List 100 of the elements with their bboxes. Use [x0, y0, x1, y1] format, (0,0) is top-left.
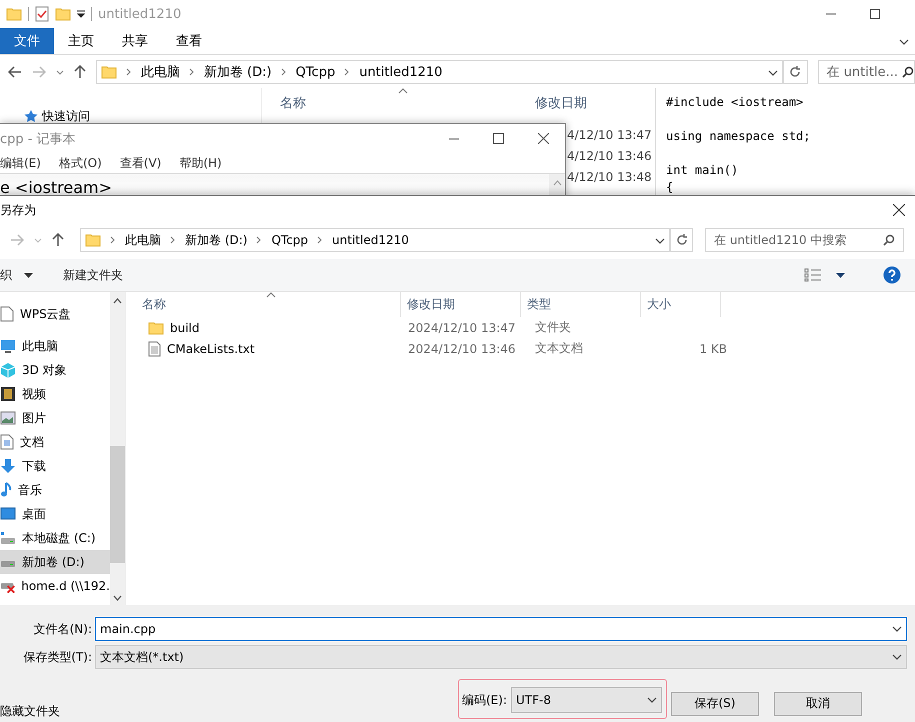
drive-icon	[0, 531, 16, 545]
menu-item[interactable]: 格式(O)	[58, 154, 102, 172]
nav-item[interactable]: 本地磁盘 (C:)	[0, 526, 110, 550]
address-bar[interactable]: 此电脑 新加卷 (D:) QTcpp untitled1210	[80, 228, 670, 252]
code-line: #include <iostream>	[666, 95, 804, 109]
save-button[interactable]: 保存(S)	[671, 692, 759, 716]
column-header[interactable]: 名称	[130, 292, 401, 317]
recent-dropdown-icon[interactable]	[56, 70, 64, 74]
dropdown-icon[interactable]	[647, 697, 657, 703]
encoding-dropdown[interactable]: UTF-8	[511, 687, 662, 713]
close-icon[interactable]	[893, 204, 905, 216]
text-file-icon	[148, 340, 161, 356]
file-size: 1 KB	[699, 342, 727, 356]
address-dropdown-icon[interactable]	[768, 70, 778, 76]
column-header[interactable]: 类型	[521, 292, 641, 317]
scroll-down-icon[interactable]	[113, 595, 122, 601]
field-label: 编码(E):	[462, 692, 507, 708]
column-header[interactable]: 修改日期	[401, 292, 521, 317]
folder-icon	[6, 7, 22, 21]
nav-item[interactable]: 新加卷 (D:)	[0, 550, 110, 574]
up-arrow-icon[interactable]	[52, 233, 64, 247]
address-dropdown-icon[interactable]	[655, 238, 665, 244]
breadcrumb-item[interactable]: QTcpp	[296, 64, 336, 80]
monitor-icon	[0, 507, 16, 521]
breadcrumb-item[interactable]: 新加卷 (D:)	[185, 232, 248, 248]
expand-ribbon-icon[interactable]	[899, 39, 909, 45]
back-arrow-icon[interactable]	[8, 66, 22, 78]
scrollbar-thumb[interactable]	[110, 446, 125, 563]
customize-icon[interactable]	[77, 10, 85, 18]
dropdown-icon[interactable]	[892, 626, 902, 632]
search-icon	[883, 234, 895, 246]
window-title: untitled1210	[98, 6, 182, 22]
breadcrumb-item[interactable]: 此电脑	[125, 232, 161, 248]
nav-item[interactable]: 文档	[0, 430, 110, 454]
refresh-icon	[789, 66, 802, 78]
breadcrumb-item[interactable]: untitled1210	[332, 233, 409, 247]
close-icon[interactable]	[538, 133, 549, 144]
refresh-button[interactable]	[782, 60, 808, 84]
search-field[interactable]: 在 untitle...	[818, 60, 915, 84]
new-folder-icon	[55, 7, 71, 21]
nav-item[interactable]: 此电脑	[0, 334, 110, 358]
search-field[interactable]: 在 untitled1210 中搜索	[705, 228, 904, 252]
nav-item[interactable]: 图片	[0, 406, 110, 430]
breadcrumb-item[interactable]: QTcpp	[271, 233, 308, 247]
nav-item[interactable]: WPS云盘	[0, 302, 110, 326]
breadcrumb-item[interactable]: untitled1210	[359, 64, 442, 80]
column-header[interactable]: 名称	[280, 94, 535, 112]
cancel-button[interactable]: 取消	[774, 692, 862, 716]
column-header[interactable]: 大小	[641, 292, 721, 317]
scroll-up-icon[interactable]	[113, 298, 122, 304]
music-note-icon	[0, 482, 12, 498]
up-arrow-icon[interactable]	[74, 65, 86, 79]
caret-icon[interactable]	[24, 272, 33, 278]
hide-folders-toggle[interactable]: 隐藏文件夹	[0, 703, 60, 720]
nav-item[interactable]: home.d (\\192.	[0, 574, 110, 598]
ribbon-tab[interactable]: 文件	[0, 28, 54, 54]
nav-item[interactable]: 下载	[0, 454, 110, 478]
chevron-icon	[344, 68, 350, 76]
nav-item[interactable]: 视频	[0, 382, 110, 406]
address-bar[interactable]: 此电脑 新加卷 (D:) QTcpp untitled1210	[96, 60, 783, 84]
sort-caret-icon	[398, 88, 408, 94]
modified-date: 4/12/10 13:48	[567, 170, 653, 184]
column-header[interactable]: 修改日期	[535, 94, 587, 112]
file-name[interactable]: CMakeLists.txt	[167, 342, 255, 356]
nav-item[interactable]: 音乐	[0, 478, 110, 502]
chevron-icon	[256, 236, 262, 244]
file-name[interactable]: build	[170, 320, 200, 334]
breadcrumb-item[interactable]: 此电脑	[140, 63, 180, 81]
properties-icon[interactable]	[35, 6, 49, 22]
modified-date: 2024/12/10 13:47	[408, 320, 516, 334]
help-icon[interactable]	[883, 266, 901, 284]
code-line: {	[666, 180, 674, 194]
file-name-field[interactable]: main.cpp	[95, 617, 907, 641]
maximize-icon[interactable]	[493, 133, 504, 144]
menu-item[interactable]: 编辑(E)	[0, 154, 41, 172]
file-type: 文件夹	[535, 320, 571, 334]
refresh-button[interactable]	[670, 228, 693, 252]
ribbon-tab[interactable]: 共享	[108, 28, 162, 54]
chevron-icon	[170, 236, 176, 244]
ribbon-tab[interactable]: 查看	[162, 28, 216, 54]
nav-item[interactable]: 3D 对象	[0, 358, 110, 382]
field-label: 文件名(N):	[32, 620, 93, 638]
caret-icon[interactable]	[836, 272, 845, 278]
organize-menu[interactable]: 织	[0, 266, 12, 284]
chevron-icon	[126, 68, 132, 76]
new-folder-button[interactable]: 新建文件夹	[63, 266, 123, 284]
ribbon-tab[interactable]: 主页	[54, 28, 108, 54]
menu-item[interactable]: 帮助(H)	[179, 154, 222, 172]
star-icon	[24, 109, 38, 123]
sidebar-item[interactable]: 快速访问	[24, 109, 90, 123]
window-title: cpp - 记事本	[0, 130, 76, 148]
dropdown-icon[interactable]	[892, 654, 902, 660]
menu-item[interactable]: 查看(V)	[120, 154, 162, 172]
nav-item[interactable]: 桌面	[0, 502, 110, 526]
file-type-dropdown[interactable]: 文本文档(*.txt)	[95, 645, 907, 669]
folder-icon	[85, 233, 101, 247]
breadcrumb-item[interactable]: 新加卷 (D:)	[204, 63, 272, 81]
maximize-icon[interactable]	[870, 9, 880, 19]
view-options-icon[interactable]	[804, 268, 822, 282]
folder-icon	[100, 65, 117, 79]
